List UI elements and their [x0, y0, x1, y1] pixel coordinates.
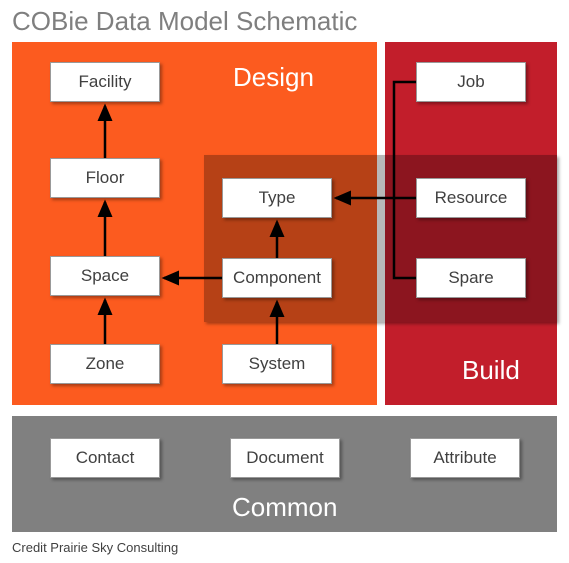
- node-type: Type: [222, 178, 332, 218]
- node-spare: Spare: [416, 258, 526, 298]
- node-facility: Facility: [50, 62, 160, 102]
- node-floor: Floor: [50, 158, 160, 198]
- diagram-canvas: COBie Data Model Schematic Design Build …: [0, 0, 569, 563]
- credit-text: Credit Prairie Sky Consulting: [12, 540, 178, 555]
- node-contact: Contact: [50, 438, 160, 478]
- node-zone: Zone: [50, 344, 160, 384]
- node-attribute: Attribute: [410, 438, 520, 478]
- node-document: Document: [230, 438, 340, 478]
- node-space: Space: [50, 256, 160, 296]
- page-title: COBie Data Model Schematic: [12, 6, 357, 37]
- node-system: System: [222, 344, 332, 384]
- region-label-common: Common: [232, 492, 337, 523]
- node-component: Component: [222, 258, 332, 298]
- node-resource: Resource: [416, 178, 526, 218]
- region-label-build: Build: [462, 355, 520, 386]
- node-job: Job: [416, 62, 526, 102]
- region-label-design: Design: [233, 62, 314, 93]
